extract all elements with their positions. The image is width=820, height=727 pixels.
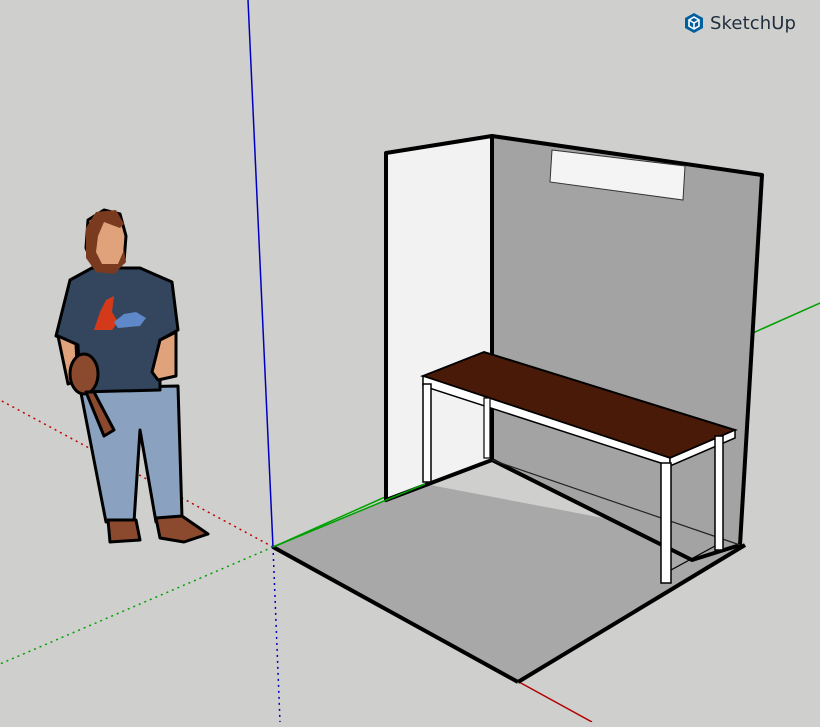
desk-leg-back-right — [714, 435, 724, 551]
sketchup-cube-icon — [685, 13, 703, 33]
figure-right-boot — [154, 514, 210, 544]
green-axis-negative — [0, 546, 274, 665]
scene-canvas[interactable] — [0, 0, 820, 723]
desk-leg-back-left — [483, 397, 491, 459]
left-wall[interactable] — [384, 134, 494, 502]
sketchup-logo: SketchUp — [684, 12, 796, 34]
room-model[interactable] — [272, 134, 764, 684]
desk-leg-front-right — [660, 462, 672, 584]
blue-axis — [247, 0, 274, 548]
figure-guitar-body — [68, 352, 100, 396]
scale-figure[interactable] — [54, 208, 210, 544]
figure-left-boot — [106, 518, 142, 544]
app-name: SketchUp — [710, 12, 797, 34]
blue-axis-negative — [272, 546, 281, 723]
desk-leg-front-left — [422, 383, 432, 483]
model-viewport[interactable]: SketchUp — [0, 0, 820, 723]
